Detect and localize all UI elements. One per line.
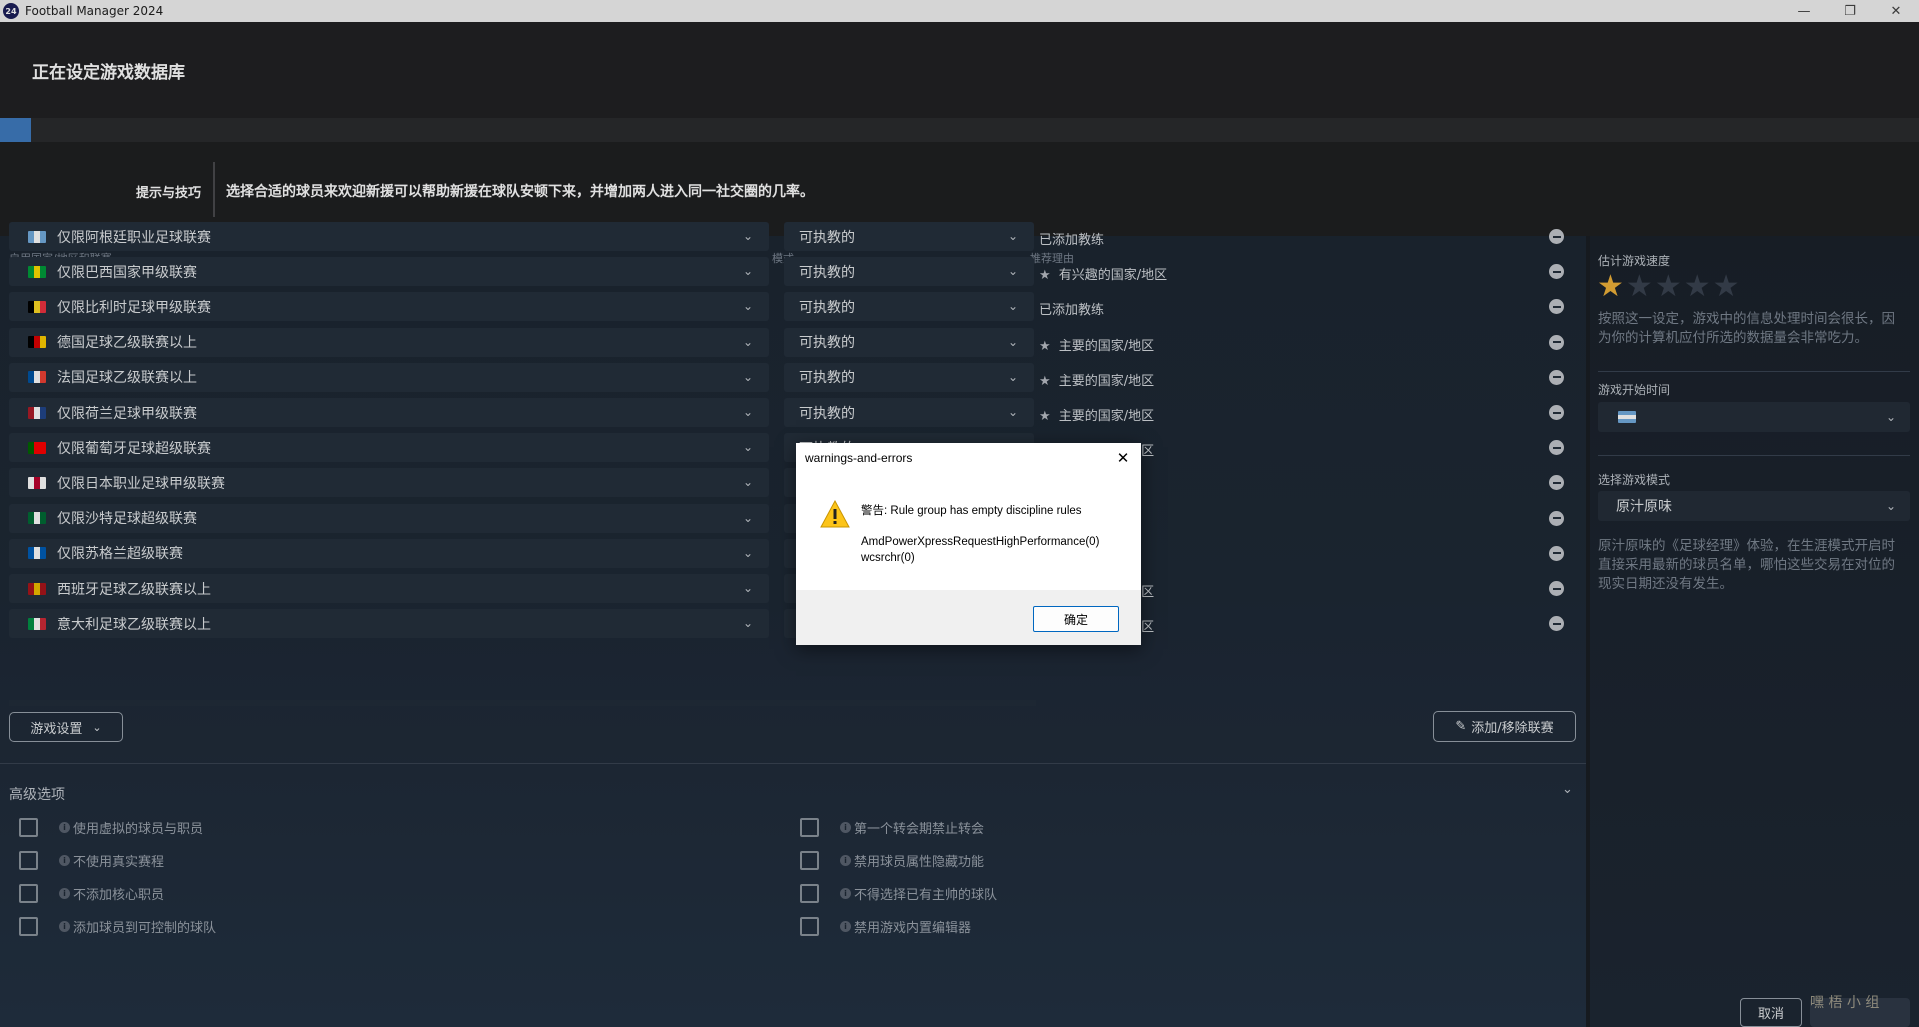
ok-button[interactable]: 确定 [1033, 606, 1119, 632]
dialog-titlebar: warnings-and-errors ✕ [796, 443, 1141, 472]
close-icon[interactable]: ✕ [1105, 449, 1141, 467]
dialog-detail-text: AmdPowerXpressRequestHighPerformance(0) … [861, 534, 1099, 566]
dialog-detail-line: AmdPowerXpressRequestHighPerformance(0) [861, 536, 1100, 548]
dialog-title: warnings-and-errors [805, 450, 913, 465]
dialog-body: 警告: Rule group has empty discipline rule… [796, 472, 1141, 590]
warning-icon [820, 500, 850, 528]
dialog-detail-line: wcsrchr(0) [861, 552, 915, 564]
warning-dialog: warnings-and-errors ✕ 警告: Rule group has… [796, 443, 1141, 645]
dialog-warning-text: 警告: Rule group has empty discipline rule… [861, 505, 1082, 517]
